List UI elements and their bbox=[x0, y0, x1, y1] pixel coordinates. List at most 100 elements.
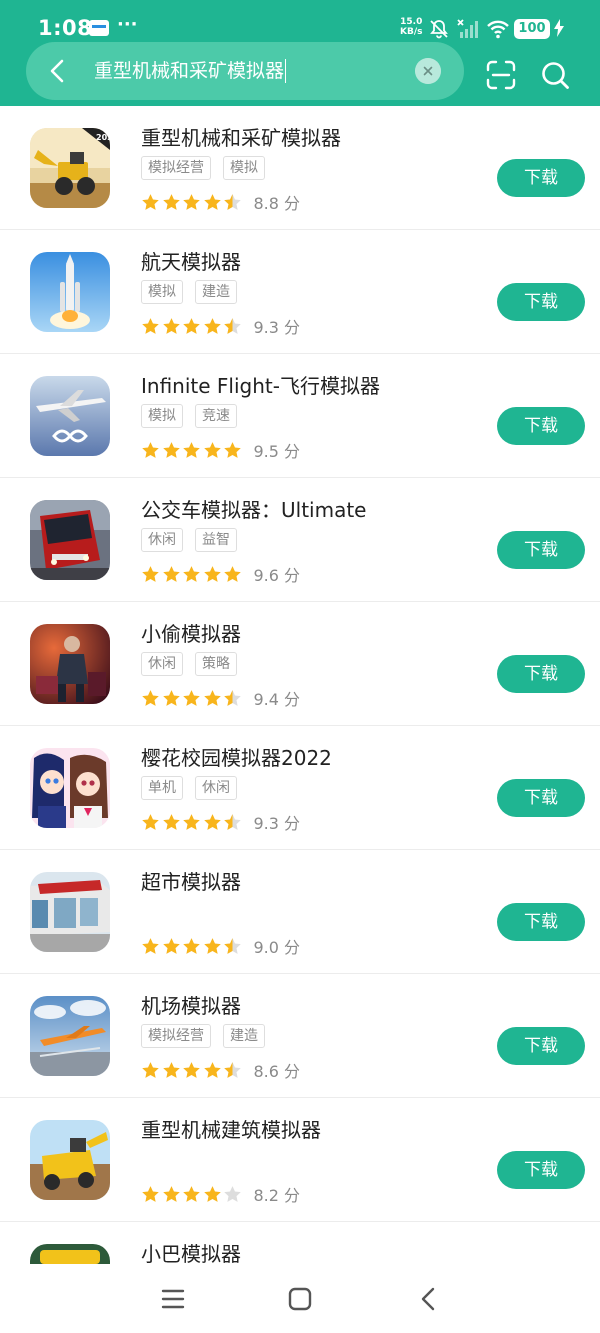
star-icon bbox=[162, 193, 180, 210]
navigation-bar bbox=[0, 1264, 600, 1333]
star-icon bbox=[224, 937, 241, 954]
app-tags: 休闲 益智 bbox=[141, 528, 249, 552]
score: 8.8 分 bbox=[253, 194, 301, 213]
battery-icon: 100 bbox=[514, 19, 550, 39]
list-item[interactable]: 航天模拟器 模拟 建造 9.3 分 下载 bbox=[0, 230, 600, 354]
download-button[interactable]: 下载 bbox=[497, 159, 585, 197]
list-item[interactable]: Infinite Flight-飞行模拟器 模拟 竞速 9.5 分 下载 bbox=[0, 354, 600, 478]
star-icon bbox=[203, 317, 221, 334]
network-speed: 15.0 KB/s bbox=[400, 17, 423, 37]
bus-game-icon[interactable] bbox=[30, 500, 110, 580]
search-bar[interactable]: 重型机械和采矿模拟器 bbox=[26, 42, 464, 100]
app-name[interactable]: 樱花校园模拟器2022 bbox=[141, 745, 332, 771]
app-tags: 单机 休闲 bbox=[141, 776, 249, 800]
star-icon bbox=[162, 689, 180, 706]
construction-game-icon[interactable] bbox=[30, 1120, 110, 1200]
download-button[interactable]: 下载 bbox=[497, 1027, 585, 1065]
star-icon bbox=[183, 689, 200, 706]
star-icon bbox=[224, 317, 241, 334]
app-name[interactable]: 重型机械和采矿模拟器 bbox=[141, 125, 341, 151]
score: 9.4 分 bbox=[253, 690, 301, 709]
score: 9.5 分 bbox=[253, 442, 301, 461]
star-rating bbox=[141, 440, 244, 459]
star-icon bbox=[183, 317, 200, 334]
excavator-game-icon[interactable]: 2021 bbox=[30, 128, 110, 208]
scan-icon[interactable] bbox=[486, 60, 516, 90]
score: 9.6 分 bbox=[253, 566, 301, 585]
app-tags: 休闲 策略 bbox=[141, 652, 249, 676]
rating: 9.4 分 bbox=[141, 686, 301, 709]
list-item[interactable]: 小偷模拟器 休闲 策略 9.4 分 下载 bbox=[0, 602, 600, 726]
results-list[interactable]: 2021 重型机械和采矿模拟器 模拟经营模拟 8.8 分 下载 航天模拟器 模拟… bbox=[0, 106, 600, 1264]
app-tag: 休闲 bbox=[141, 528, 183, 552]
rating: 9.5 分 bbox=[141, 438, 301, 461]
header: 1:08 ··· 15.0 KB/s 100 重型机械和采矿模拟器 bbox=[0, 0, 600, 106]
app-tags: 模拟 建造 bbox=[141, 280, 249, 304]
search-icon[interactable] bbox=[540, 60, 570, 90]
list-item[interactable]: 2021 重型机械和采矿模拟器 模拟经营模拟 8.8 分 下载 bbox=[0, 106, 600, 230]
star-icon bbox=[183, 193, 200, 210]
star-rating bbox=[141, 192, 244, 211]
rating: 9.3 分 bbox=[141, 810, 301, 833]
list-item[interactable]: 超市模拟器 9.0 分 下载 bbox=[0, 850, 600, 974]
star-rating bbox=[141, 564, 244, 583]
airplane-game-icon[interactable] bbox=[30, 376, 110, 456]
app-tag: 模拟 bbox=[141, 280, 183, 304]
download-button[interactable]: 下载 bbox=[497, 779, 585, 817]
home-icon[interactable] bbox=[287, 1286, 313, 1312]
app-tag: 益智 bbox=[195, 528, 237, 552]
thief-game-icon[interactable] bbox=[30, 624, 110, 704]
list-item[interactable]: 机场模拟器 模拟经营 建造 8.6 分 下载 bbox=[0, 974, 600, 1098]
star-icon bbox=[142, 317, 159, 334]
back-arrow-icon[interactable] bbox=[44, 57, 72, 85]
list-item[interactable]: 公交车模拟器：Ultimate 休闲 益智 9.6 分 下载 bbox=[0, 478, 600, 602]
app-name[interactable]: 公交车模拟器：Ultimate bbox=[141, 497, 366, 523]
list-item[interactable]: 重型机械建筑模拟器 8.2 分 下载 bbox=[0, 1098, 600, 1222]
star-rating bbox=[141, 1060, 244, 1079]
app-tag: 模拟经营 bbox=[141, 156, 211, 180]
app-tag: 休闲 bbox=[195, 776, 237, 800]
app-name[interactable]: Infinite Flight-飞行模拟器 bbox=[141, 373, 380, 399]
menu-icon[interactable] bbox=[160, 1286, 186, 1312]
star-icon bbox=[162, 813, 180, 830]
app-name[interactable]: 机场模拟器 bbox=[141, 993, 241, 1019]
star-icon bbox=[183, 441, 200, 458]
download-button[interactable]: 下载 bbox=[497, 1151, 585, 1189]
score: 9.3 分 bbox=[253, 814, 301, 833]
search-input[interactable]: 重型机械和采矿模拟器 bbox=[94, 59, 287, 83]
rating: 9.3 分 bbox=[141, 314, 300, 337]
app-name[interactable]: 超市模拟器 bbox=[141, 869, 241, 895]
download-button[interactable]: 下载 bbox=[497, 903, 585, 941]
app-tag: 模拟经营 bbox=[141, 1024, 211, 1048]
score: 9.0 分 bbox=[253, 938, 301, 957]
star-rating bbox=[141, 936, 244, 955]
supermarket-game-icon[interactable] bbox=[30, 872, 110, 952]
app-name[interactable]: 重型机械建筑模拟器 bbox=[141, 1117, 321, 1143]
score: 8.6 分 bbox=[253, 1062, 301, 1081]
star-rating bbox=[141, 316, 244, 335]
app-name[interactable]: 航天模拟器 bbox=[141, 249, 241, 275]
wifi-icon bbox=[487, 20, 509, 39]
status-bar: 1:08 ··· 15.0 KB/s 100 bbox=[0, 0, 600, 44]
minibus-game-icon[interactable] bbox=[30, 1244, 110, 1264]
download-button[interactable]: 下载 bbox=[497, 655, 585, 693]
app-tags: 模拟经营 建造 bbox=[141, 1024, 277, 1048]
list-item[interactable]: 小巴模拟器 bbox=[0, 1222, 600, 1264]
star-icon bbox=[142, 1185, 159, 1202]
star-icon bbox=[224, 565, 241, 582]
airport-game-icon[interactable] bbox=[30, 996, 110, 1076]
rocket-game-icon[interactable] bbox=[30, 252, 110, 332]
app-name[interactable]: 小巴模拟器 bbox=[141, 1241, 241, 1264]
list-item[interactable]: 樱花校园模拟器2022 单机 休闲 9.3 分 下载 bbox=[0, 726, 600, 850]
star-rating bbox=[141, 688, 244, 707]
star-icon bbox=[183, 565, 200, 582]
star-icon bbox=[142, 689, 159, 706]
back-icon[interactable] bbox=[416, 1286, 442, 1312]
download-button[interactable]: 下载 bbox=[497, 283, 585, 321]
clear-icon[interactable] bbox=[415, 58, 441, 84]
download-button[interactable]: 下载 bbox=[497, 407, 585, 445]
star-icon bbox=[183, 1185, 200, 1202]
anime-school-game-icon[interactable] bbox=[30, 748, 110, 828]
download-button[interactable]: 下载 bbox=[497, 531, 585, 569]
app-name[interactable]: 小偷模拟器 bbox=[141, 621, 241, 647]
